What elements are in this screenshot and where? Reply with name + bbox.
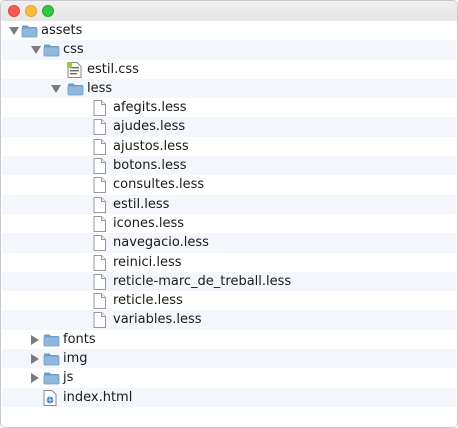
zoom-button[interactable] xyxy=(42,5,54,17)
disclosure-closed-icon[interactable] xyxy=(31,354,39,365)
tree-file-row[interactable]: variables.less xyxy=(2,310,456,330)
folder-icon xyxy=(43,351,60,370)
folder-icon xyxy=(67,81,84,100)
tree-item-label: variables.less xyxy=(113,312,202,328)
tree-item-label: less xyxy=(87,80,113,96)
file-tree: assets css estil.css less afegits.less ajudes… xyxy=(2,21,456,407)
close-button[interactable] xyxy=(8,5,20,17)
tree-folder-row[interactable]: assets xyxy=(2,21,456,40)
tree-file-row[interactable]: consultes.less xyxy=(2,175,456,194)
tree-item-label: estil.less xyxy=(113,196,170,212)
tree-file-row[interactable]: index.html xyxy=(2,387,456,410)
folder-icon xyxy=(43,42,60,61)
tree-folder-row[interactable]: less xyxy=(2,78,456,100)
tree-file-row[interactable]: navegacio.less xyxy=(2,233,456,253)
finder-window: assets css estil.css less afegits.less ajudes… xyxy=(0,0,458,428)
tree-item-label: js xyxy=(63,370,74,386)
disclosure-closed-icon[interactable] xyxy=(31,373,39,384)
tree-item-label: index.html xyxy=(63,389,133,405)
tree-file-row[interactable]: estil.less xyxy=(2,194,456,214)
tree-file-row[interactable]: reticle.less xyxy=(2,291,456,310)
tree-item-label: icones.less xyxy=(113,215,185,231)
tree-item-label: fonts xyxy=(63,331,96,347)
tree-file-row[interactable]: estil.css xyxy=(2,60,456,79)
tree-file-row[interactable]: botons.less xyxy=(2,156,456,176)
tree-file-row[interactable]: afegits.less xyxy=(2,98,456,117)
tree-item-label: ajudes.less xyxy=(113,119,186,135)
disclosure-open-icon[interactable] xyxy=(9,27,19,35)
tree-file-row[interactable]: ajustos.less xyxy=(2,137,456,156)
tree-folder-row[interactable]: fonts xyxy=(2,330,456,349)
tree-item-label: estil.css xyxy=(87,61,139,77)
tree-item-label: navegacio.less xyxy=(113,235,209,251)
title-bar xyxy=(1,1,457,21)
tree-file-row[interactable]: icones.less xyxy=(2,214,456,233)
folder-icon xyxy=(43,370,60,389)
tree-item-label: reticle-marc_de_treball.less xyxy=(113,273,292,289)
tree-item-label: consultes.less xyxy=(113,177,205,193)
tree-file-row[interactable]: reinici.less xyxy=(2,253,456,272)
tree-item-label: reinici.less xyxy=(113,254,182,270)
folder-icon xyxy=(43,332,60,351)
minimize-button[interactable] xyxy=(25,5,37,17)
disclosure-open-icon[interactable] xyxy=(51,84,61,93)
tree-file-row[interactable]: reticle-marc_de_treball.less xyxy=(2,271,456,292)
folder-icon xyxy=(21,23,38,42)
tree-file-row[interactable]: ajudes.less xyxy=(2,117,456,137)
tree-item-label: ajustos.less xyxy=(113,138,189,154)
tree-folder-row[interactable]: js xyxy=(2,368,456,387)
tree-item-label: reticle.less xyxy=(113,293,183,309)
tree-item-label: afegits.less xyxy=(113,100,187,116)
html-file-icon xyxy=(43,389,57,410)
tree-item-label: img xyxy=(63,351,88,367)
tree-item-label: botons.less xyxy=(113,158,187,174)
tree-item-label: assets xyxy=(41,23,83,38)
disclosure-closed-icon[interactable] xyxy=(31,334,39,345)
tree-folder-row[interactable]: img xyxy=(2,349,456,370)
tree-item-label: css xyxy=(63,42,84,58)
disclosure-open-icon[interactable] xyxy=(31,46,41,55)
tree-folder-row[interactable]: css xyxy=(2,40,456,61)
